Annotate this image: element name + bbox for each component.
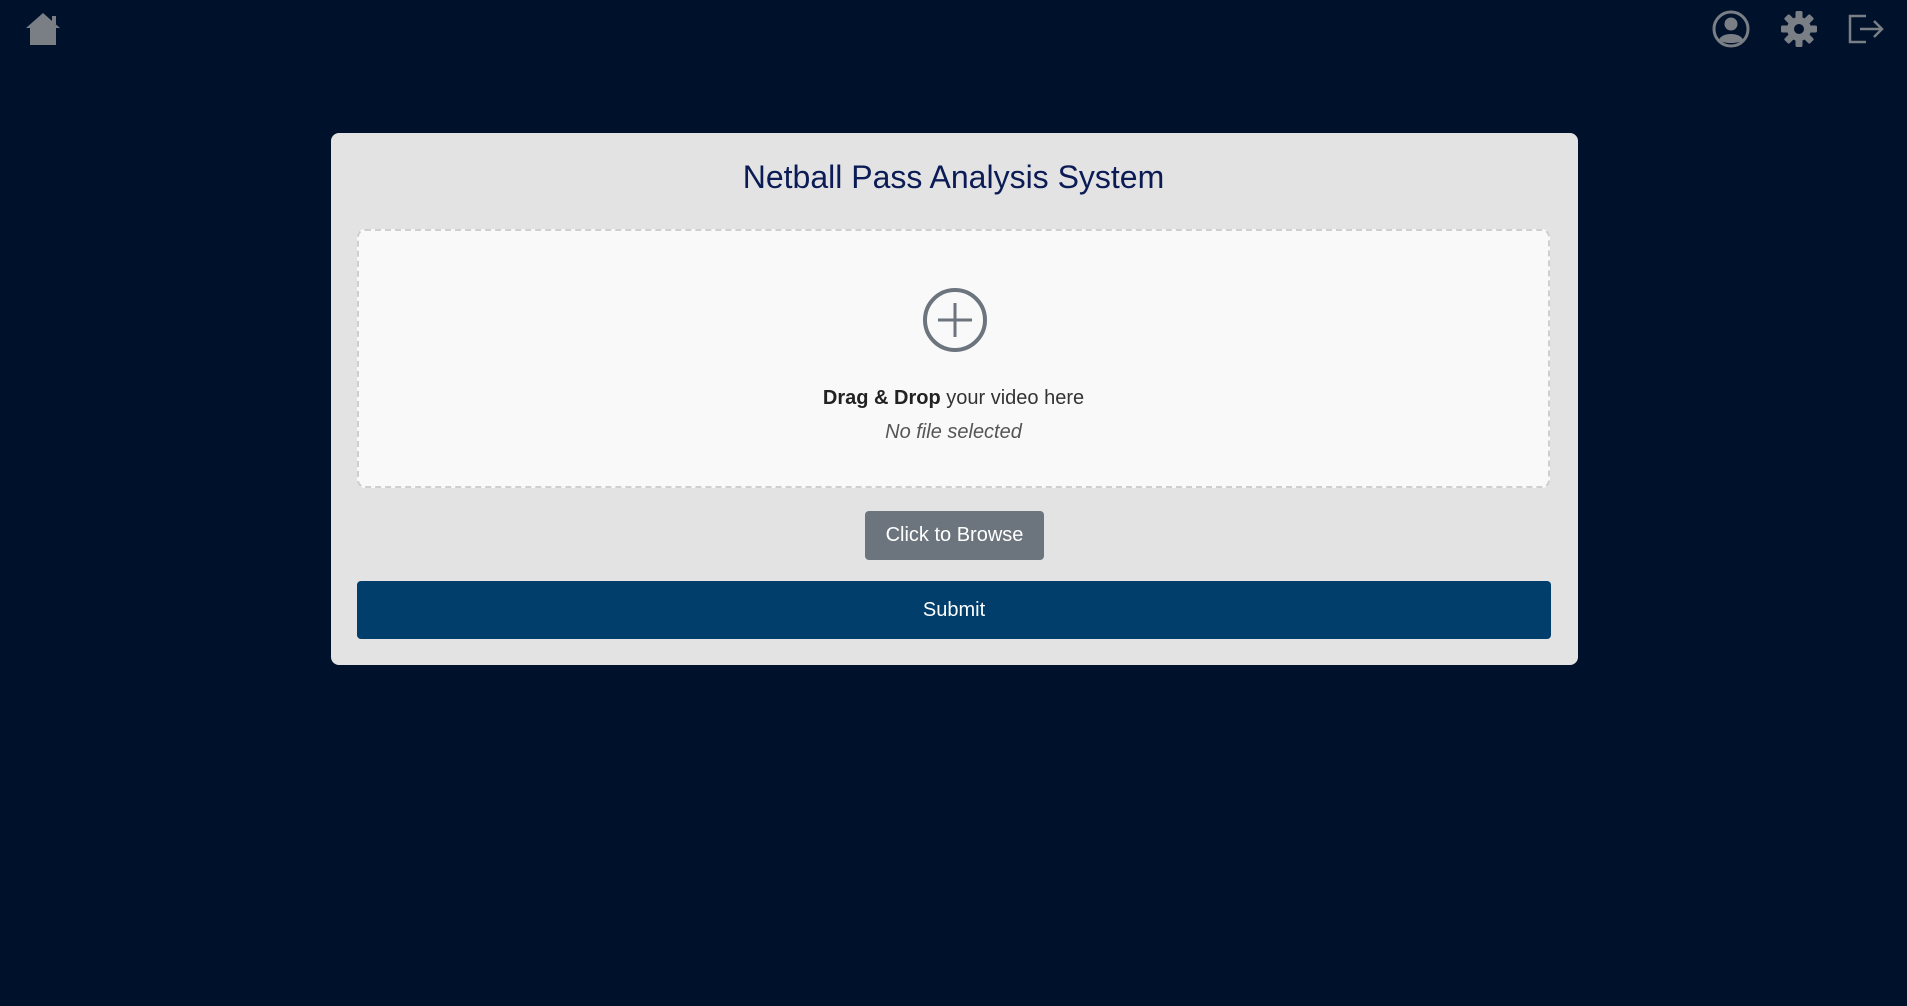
settings-button[interactable] [1779, 9, 1819, 49]
profile-button[interactable] [1711, 9, 1751, 49]
gear-icon [1781, 11, 1817, 47]
page-title: Netball Pass Analysis System [742, 159, 1165, 195]
home-button[interactable] [24, 11, 62, 47]
dropzone-text: your video here [940, 387, 1085, 409]
submit-button[interactable]: Submit [357, 581, 1551, 639]
dropzone-instructions: Drag & Drop your video here [0, 385, 1907, 411]
browse-button[interactable]: Click to Browse [865, 511, 1044, 560]
dropzone-bold-text: Drag & Drop [822, 387, 941, 409]
logout-button[interactable] [1846, 10, 1886, 48]
top-nav-bar [0, 0, 1907, 58]
user-circle-icon [1712, 10, 1750, 48]
plus-circle-icon [923, 288, 987, 352]
logout-icon [1848, 14, 1884, 44]
file-status: No file selected [885, 421, 1022, 443]
video-dropzone[interactable] [357, 229, 1550, 488]
home-icon [26, 13, 60, 45]
